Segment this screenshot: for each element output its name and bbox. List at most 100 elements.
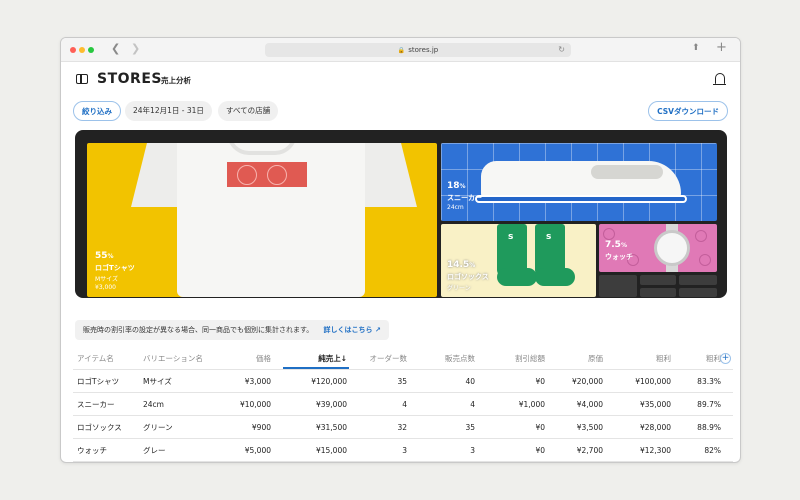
table-cell: ¥3,500 (576, 423, 603, 432)
lock-icon: 🔒 (397, 47, 406, 54)
new-tab-icon[interactable]: + (716, 40, 727, 55)
tile-item-name: ロゴソックス (447, 273, 489, 281)
url-text: stores.jp (408, 46, 439, 54)
treemap-tile-other[interactable] (640, 288, 676, 297)
column-header-item[interactable]: アイテム名 (77, 347, 114, 370)
table-cell: ¥35,000 (639, 400, 671, 409)
table-cell: ¥20,000 (571, 377, 603, 386)
browser-window: ❮ ❯ 🔒 stores.jp ↻ ⬆ + STORES 売上分析 絞り込み 24… (60, 37, 741, 463)
table-cell: 4 (470, 400, 475, 409)
share-icon[interactable]: ⬆ (692, 43, 700, 53)
tile-percent: 55% (95, 251, 114, 261)
tile-percent: 18% (447, 181, 466, 191)
table-cell: 88.9% (697, 423, 721, 432)
date-range-selector[interactable]: 24年12月1日 - 31日 (125, 101, 212, 121)
column-header-gross-margin[interactable]: 粗利 (706, 347, 721, 370)
table-cell: ¥1,000 (518, 400, 545, 409)
sock-foot-right (535, 268, 575, 286)
treemap-tile-other[interactable] (640, 275, 676, 285)
filter-button[interactable]: 絞り込み (73, 101, 121, 121)
watch-image (654, 230, 690, 266)
table-cell: グリーン (143, 423, 173, 432)
column-header-units[interactable]: 販売点数 (445, 347, 475, 370)
treemap-tile-sneaker[interactable]: 18% スニーカー 24cm (441, 143, 717, 221)
column-header-orders[interactable]: オーダー数 (370, 347, 408, 370)
tshirt-print (227, 162, 307, 187)
sidebar-toggle-icon[interactable] (76, 74, 88, 84)
table-cell: ¥39,000 (315, 400, 347, 409)
table-cell: ¥4,000 (576, 400, 603, 409)
learn-more-link[interactable]: 詳しくはこちら ↗ (324, 326, 381, 334)
bell-icon[interactable] (713, 73, 726, 85)
tile-item-name: ウォッチ (605, 253, 633, 261)
brand-logo: STORES (97, 71, 162, 87)
reload-icon[interactable]: ↻ (558, 43, 565, 57)
back-chevron-icon[interactable]: ❮ (111, 42, 120, 55)
address-bar[interactable]: 🔒 stores.jp ↻ (265, 43, 571, 57)
tile-amount: ¥3,000 (95, 284, 116, 291)
table-cell: Mサイズ (143, 377, 172, 386)
store-selector[interactable]: すべての店舗 (218, 101, 279, 121)
sales-table: アイテム名 バリエーション名 価格 純売上↓ オーダー数 販売点数 割引総額 原… (73, 347, 733, 462)
column-header-price[interactable]: 価格 (256, 347, 271, 370)
table-cell: ¥31,500 (315, 423, 347, 432)
treemap-tile-other[interactable] (679, 275, 717, 285)
table-cell: ¥0 (535, 377, 545, 386)
treemap-tile-tshirt[interactable]: 55% ロゴTシャツ Mサイズ ¥3,000 (87, 143, 437, 297)
table-cell: ¥120,000 (311, 377, 347, 386)
table-cell: グレー (143, 446, 166, 455)
table-cell: 83.3% (697, 377, 721, 386)
table-row[interactable]: ロゴTシャツ Mサイズ ¥3,000 ¥120,000 35 40 ¥0 ¥20,000 ¥10… (73, 370, 733, 393)
table-header-row: アイテム名 バリエーション名 価格 純売上↓ オーダー数 販売点数 割引総額 原… (73, 347, 733, 370)
table-cell: ロゴソックス (77, 423, 122, 432)
table-cell: ¥0 (535, 446, 545, 455)
table-cell: 40 (465, 377, 475, 386)
tile-variation: グリーン (447, 285, 471, 292)
minimize-window-button[interactable] (79, 47, 85, 53)
pattern-circle (699, 254, 711, 266)
table-cell: ¥3,000 (244, 377, 271, 386)
sock-logo-right: s (546, 232, 552, 242)
column-header-cost[interactable]: 原価 (588, 347, 603, 370)
table-body: ロゴTシャツ Mサイズ ¥3,000 ¥120,000 35 40 ¥0 ¥20,000 ¥10… (73, 370, 733, 462)
tile-item-name: ロゴTシャツ (95, 264, 135, 272)
close-window-button[interactable] (70, 47, 76, 53)
page-title: 売上分析 (161, 76, 191, 85)
filter-bar: 絞り込み 24年12月1日 - 31日 すべての店舗 CSVダウンロード (73, 101, 728, 121)
csv-download-button[interactable]: CSVダウンロード (648, 101, 728, 121)
treemap-tile-other[interactable] (599, 275, 637, 297)
notice-text: 販売時の割引率の設定が異なる場合、同一商品でも個別に集計されます。 (83, 326, 314, 334)
column-header-discount[interactable]: 割引総額 (515, 347, 545, 370)
table-cell: ¥10,000 (239, 400, 271, 409)
treemap-tile-other[interactable] (679, 288, 717, 297)
sock-foot-left (497, 268, 537, 286)
table-cell: 4 (402, 400, 407, 409)
table-row[interactable]: ウォッチ グレー ¥5,000 ¥15,000 3 3 ¥0 ¥2,700 ¥12,300 82% (73, 439, 733, 462)
forward-chevron-icon[interactable]: ❯ (131, 42, 140, 55)
table-cell: ロゴTシャツ (77, 377, 120, 386)
tile-item-name: スニーカー (447, 194, 482, 202)
tile-percent: 14.5% (447, 260, 476, 270)
table-cell: 3 (470, 446, 475, 455)
tile-variation: Mサイズ (95, 276, 118, 283)
column-header-gross-profit[interactable]: 粗利 (656, 347, 671, 370)
table-cell: ¥900 (251, 423, 271, 432)
table-cell: 24cm (143, 400, 164, 409)
table-cell: ウォッチ (77, 446, 107, 455)
table-row[interactable]: ロゴソックス グリーン ¥900 ¥31,500 32 35 ¥0 ¥3,500 ¥28,000… (73, 416, 733, 439)
table-row[interactable]: スニーカー 24cm ¥10,000 ¥39,000 4 4 ¥1,000 ¥4,000 ¥35… (73, 393, 733, 416)
table-cell: 89.7% (697, 400, 721, 409)
app-header: STORES 売上分析 (61, 62, 740, 96)
table-cell: 35 (397, 377, 407, 386)
add-column-icon[interactable]: + (720, 353, 731, 364)
treemap-tile-socks[interactable]: s s 14.5% ロゴソックス グリーン (441, 224, 596, 297)
sneaker-sole (475, 195, 687, 203)
zoom-window-button[interactable] (88, 47, 94, 53)
table-cell: 32 (397, 423, 407, 432)
treemap-tile-watch[interactable]: 7.5% ウォッチ (599, 224, 717, 272)
column-header-variation[interactable]: バリエーション名 (143, 347, 203, 370)
browser-toolbar: ❮ ❯ 🔒 stores.jp ↻ ⬆ + (61, 38, 740, 62)
tile-percent: 7.5% (605, 240, 627, 250)
sneaker-opening (591, 165, 663, 179)
tile-variation: 24cm (447, 204, 464, 211)
